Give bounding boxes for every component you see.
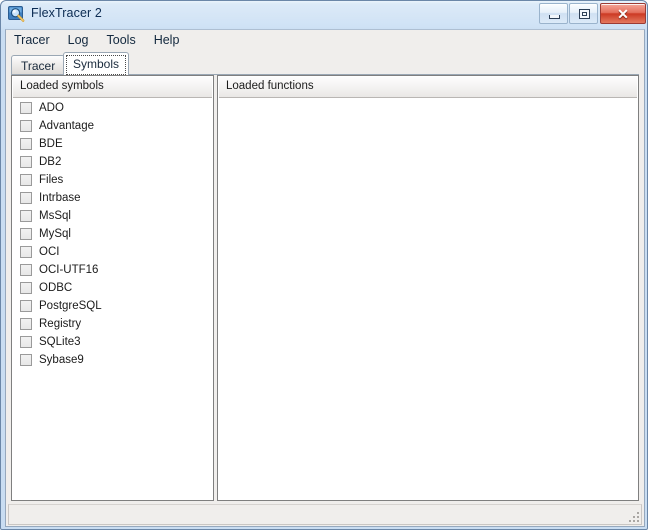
loaded-symbols-panel: Loaded symbols ADO Advantage BDE DB2 Files In…: [11, 75, 214, 501]
client-area: Tracer Log Tools Help Tracer Symbols Loa…: [5, 29, 645, 527]
menu-item-help[interactable]: Help: [154, 31, 189, 49]
menu-item-tracer[interactable]: Tracer: [14, 31, 59, 49]
symbol-list-item-label: MsSql: [39, 210, 71, 222]
symbol-list-item[interactable]: OCI-UTF16: [13, 261, 212, 279]
loaded-functions-panel: Loaded functions: [217, 75, 639, 501]
symbol-list-item[interactable]: Sybase9: [13, 351, 212, 369]
symbol-list-item-label: SQLite3: [39, 336, 81, 348]
symbol-list-item[interactable]: PostgreSQL: [13, 297, 212, 315]
checkbox-icon[interactable]: [20, 336, 32, 348]
menu-item-tools[interactable]: Tools: [107, 31, 145, 49]
symbol-list-item[interactable]: SQLite3: [13, 333, 212, 351]
checkbox-icon[interactable]: [20, 138, 32, 150]
window-controls: ✕: [538, 3, 646, 24]
checkbox-icon[interactable]: [20, 354, 32, 366]
symbol-list-item-label: Sybase9: [39, 354, 84, 366]
maximize-icon: [579, 9, 590, 19]
menu-bar: Tracer Log Tools Help: [6, 30, 644, 50]
magnifier-app-icon: [8, 6, 25, 23]
symbol-list-item[interactable]: OCI: [13, 243, 212, 261]
minimize-button[interactable]: [539, 3, 568, 24]
resize-grip-icon[interactable]: [626, 509, 639, 522]
tab-strip: Tracer Symbols: [11, 52, 639, 75]
close-icon: ✕: [617, 6, 629, 22]
loaded-symbols-list[interactable]: ADO Advantage BDE DB2 Files Intrbase MsSql MySq…: [13, 99, 212, 499]
tab-tracer[interactable]: Tracer: [11, 55, 66, 74]
symbol-list-item[interactable]: DB2: [13, 153, 212, 171]
checkbox-icon[interactable]: [20, 210, 32, 222]
symbol-list-item-label: Intrbase: [39, 192, 81, 204]
window-title: FlexTracer 2: [31, 6, 102, 20]
checkbox-icon[interactable]: [20, 174, 32, 186]
application-window: FlexTracer 2 ✕ Tracer Log Tools Help Tra: [0, 0, 648, 530]
symbol-list-item-label: PostgreSQL: [39, 300, 102, 312]
checkbox-icon[interactable]: [20, 120, 32, 132]
symbol-list-item-label: Advantage: [39, 120, 94, 132]
symbol-list-item[interactable]: Advantage: [13, 117, 212, 135]
checkbox-icon[interactable]: [20, 264, 32, 276]
checkbox-icon[interactable]: [20, 102, 32, 114]
checkbox-icon[interactable]: [20, 228, 32, 240]
symbol-list-item-label: BDE: [39, 138, 63, 150]
panels-container: Loaded symbols ADO Advantage BDE DB2 Files In…: [11, 75, 639, 501]
checkbox-icon[interactable]: [20, 282, 32, 294]
symbol-list-item-label: OCI: [39, 246, 60, 258]
symbol-list-item[interactable]: Intrbase: [13, 189, 212, 207]
loaded-symbols-header-label: Loaded symbols: [20, 80, 104, 92]
symbol-list-item-label: Files: [39, 174, 64, 186]
status-bar: [8, 504, 642, 525]
loaded-functions-list[interactable]: [219, 99, 637, 499]
loaded-functions-header: Loaded functions: [219, 77, 637, 98]
symbol-list-item[interactable]: ODBC: [13, 279, 212, 297]
symbol-list-item[interactable]: MsSql: [13, 207, 212, 225]
symbol-list-item[interactable]: BDE: [13, 135, 212, 153]
symbol-list-item-label: DB2: [39, 156, 62, 168]
loaded-symbols-header: Loaded symbols: [13, 77, 212, 98]
symbol-list-item[interactable]: Registry: [13, 315, 212, 333]
tab-symbols-label: Symbols: [73, 57, 120, 71]
symbol-list-item[interactable]: MySql: [13, 225, 212, 243]
checkbox-icon[interactable]: [20, 318, 32, 330]
checkbox-icon[interactable]: [20, 156, 32, 168]
menu-item-log[interactable]: Log: [68, 31, 98, 49]
checkbox-icon[interactable]: [20, 246, 32, 258]
tab-tracer-label: Tracer: [21, 59, 56, 73]
checkbox-icon[interactable]: [20, 300, 32, 312]
close-button[interactable]: ✕: [600, 3, 646, 24]
symbol-list-item-label: ODBC: [39, 282, 73, 294]
symbol-list-item-label: MySql: [39, 228, 71, 240]
symbol-list-item-label: ADO: [39, 102, 64, 114]
symbol-list-item[interactable]: Files: [13, 171, 212, 189]
symbol-list-item-label: OCI-UTF16: [39, 264, 99, 276]
checkbox-icon[interactable]: [20, 192, 32, 204]
tab-symbols[interactable]: Symbols: [63, 52, 130, 75]
symbol-list-item[interactable]: ADO: [13, 99, 212, 117]
symbol-list-item-label: Registry: [39, 318, 82, 330]
minimize-icon: [549, 15, 560, 19]
maximize-button[interactable]: [569, 3, 598, 24]
loaded-functions-header-label: Loaded functions: [226, 80, 314, 92]
title-bar[interactable]: FlexTracer 2 ✕: [1, 1, 647, 29]
